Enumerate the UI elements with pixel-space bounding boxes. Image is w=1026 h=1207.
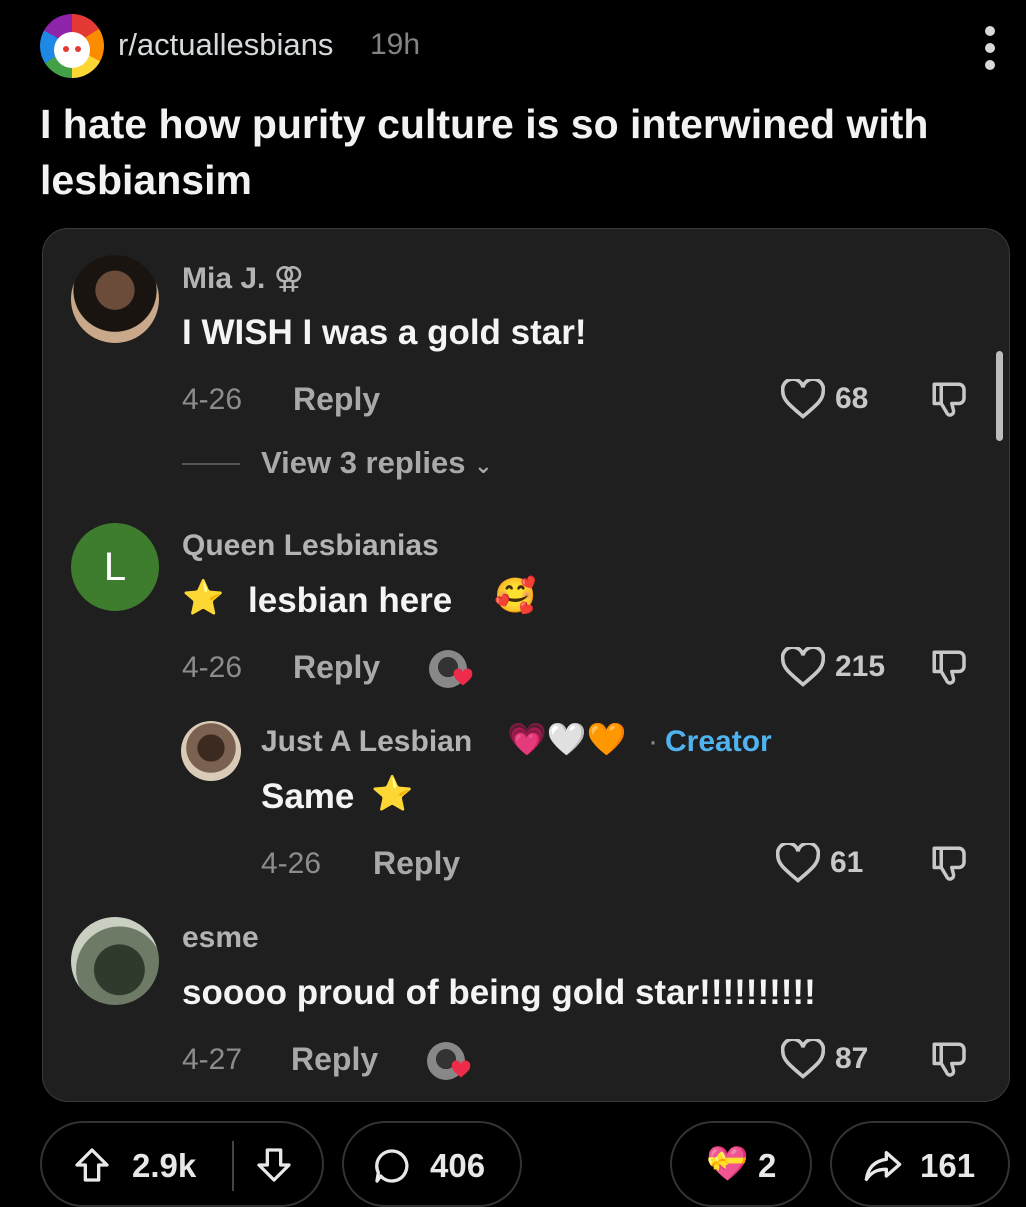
more-options-icon[interactable] [980, 22, 1000, 70]
scrollbar[interactable] [996, 351, 1003, 441]
upvote-icon[interactable] [72, 1145, 112, 1185]
view-replies-label: View 3 replies [261, 445, 466, 480]
comment-date: 4-26 [182, 651, 243, 684]
reply-button[interactable]: Reply [293, 649, 380, 686]
dislike-icon[interactable] [929, 1039, 971, 1081]
share-button[interactable]: 161 [830, 1121, 1010, 1207]
dislike-icon[interactable] [929, 379, 971, 421]
award-count: 2 [758, 1147, 777, 1184]
comment-author: Mia J. ⚢ [182, 262, 304, 295]
comment-text: soooo proud of being gold star!!!!!!!!!! [182, 973, 816, 1012]
like-heart-icon[interactable] [781, 1039, 825, 1081]
reply-button[interactable]: Reply [291, 1041, 378, 1078]
avatar-letter: L [103, 544, 127, 589]
separator-dot: · [648, 725, 658, 758]
like-count: 68 [835, 382, 869, 415]
comment-date: 4-26 [182, 383, 243, 416]
smiling-face-hearts-icon: 🥰 [494, 577, 537, 615]
like-heart-icon[interactable] [781, 379, 825, 421]
like-heart-icon[interactable] [776, 843, 820, 885]
comment-text: Same [261, 777, 355, 816]
post-header: r/actuallesbians 19h [40, 14, 1026, 78]
hearts-icon: 💗🤍🧡 [507, 721, 627, 757]
share-count: 161 [920, 1147, 976, 1184]
post-title: I hate how purity culture is so interwin… [40, 101, 929, 203]
star-icon: ⭐ [371, 775, 414, 813]
reply-button[interactable]: Reply [293, 381, 380, 418]
divider [232, 1141, 234, 1191]
like-heart-icon[interactable] [781, 647, 825, 689]
like-count: 61 [830, 846, 864, 879]
comment-date: 4-27 [182, 1043, 243, 1076]
reply-button[interactable]: Reply [373, 845, 460, 882]
comment-bubble-icon [375, 1149, 409, 1183]
award-icon: 💝 [706, 1145, 749, 1183]
dislike-icon[interactable] [929, 843, 971, 885]
avatar[interactable] [181, 721, 241, 781]
post-time: 19h [370, 28, 421, 61]
creator-heart-icon [453, 668, 473, 686]
chevron-down-icon: ⌄ [474, 453, 493, 478]
subreddit-avatar[interactable] [40, 14, 104, 78]
upvote-count: 2.9k [132, 1147, 197, 1184]
dislike-icon[interactable] [929, 647, 971, 689]
comment-date: 4-26 [261, 847, 322, 880]
avatar[interactable] [71, 917, 159, 1005]
post-action-bar: 2.9k 406 💝 2 161 [0, 1121, 1026, 1207]
star-icon: ⭐ [182, 579, 225, 617]
comment-screenshot: Mia J. ⚢ I WISH I was a gold star! 4-26 … [42, 228, 1010, 1102]
comment-author: Just A Lesbian [261, 725, 473, 758]
divider [182, 463, 240, 465]
comment-text: I WISH I was a gold star! [182, 313, 587, 352]
like-count: 87 [835, 1042, 869, 1075]
comment-author: esme [182, 921, 259, 954]
avatar[interactable] [71, 255, 159, 343]
creator-heart-icon [451, 1060, 471, 1078]
comments-button[interactable]: 406 [342, 1121, 522, 1207]
comment-count: 406 [430, 1147, 486, 1184]
creator-badge: Creator [665, 725, 772, 758]
share-icon [864, 1151, 902, 1181]
like-count: 215 [835, 650, 886, 683]
award-button[interactable]: 💝 2 [670, 1121, 812, 1207]
subreddit-name[interactable]: r/actuallesbians [118, 27, 333, 63]
vote-pill: 2.9k [40, 1121, 324, 1207]
avatar[interactable]: L [71, 523, 159, 611]
comment-text: lesbian here [248, 581, 453, 620]
comment-author: Queen Lesbianias [182, 529, 439, 562]
downvote-icon[interactable] [254, 1145, 294, 1185]
view-replies-button[interactable]: View 3 replies ⌄ [261, 445, 493, 481]
